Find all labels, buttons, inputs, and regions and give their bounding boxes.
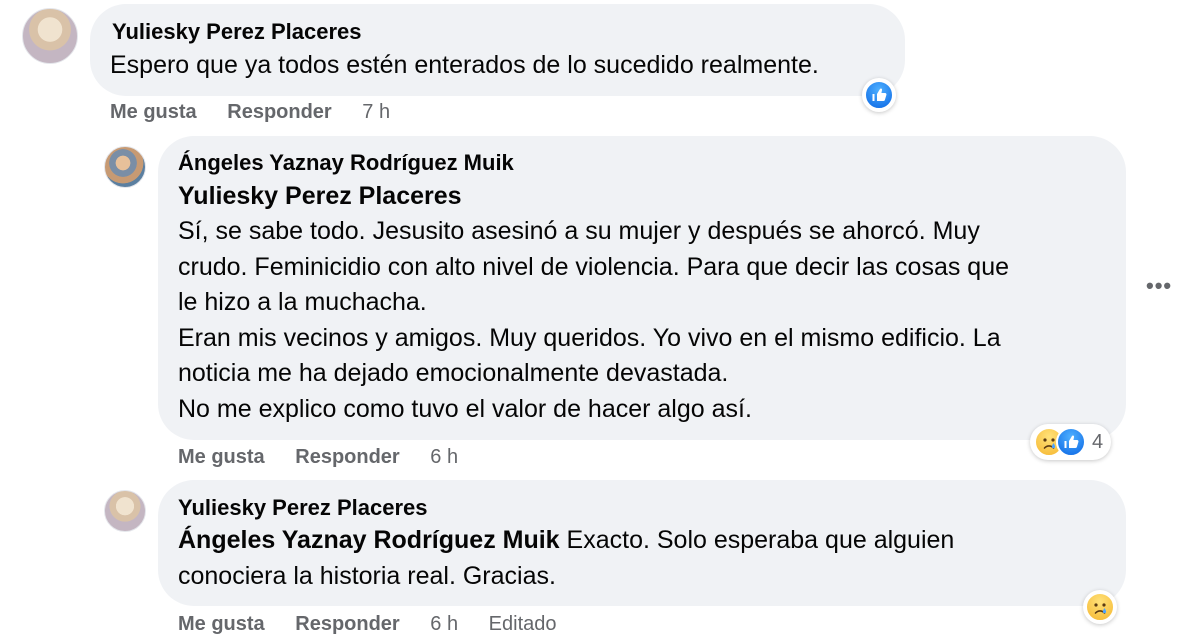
comment-line: Ángeles Yaznay Rodríguez Muik Exacto. So… (178, 523, 1108, 559)
comment-author[interactable]: Ángeles Yaznay Rodríguez Muik (178, 149, 514, 177)
like-button[interactable]: Me gusta (110, 100, 197, 124)
reply-button[interactable]: Responder (295, 445, 399, 469)
comment-text: Espero que ya todos estén enterados de l… (110, 51, 819, 79)
comment-text: Ángeles Yaznay Rodríguez Muik Exacto. So… (178, 523, 1108, 594)
edited-label[interactable]: Editado (489, 612, 557, 636)
timestamp[interactable]: 6 h (430, 445, 458, 469)
sad-reaction-icon (1085, 592, 1115, 622)
comment-text: Sí, se sabe todo. Jesusito asesinó a su … (178, 214, 1108, 427)
comment-line: conociera la historia real. Gracias. (178, 561, 556, 590)
timestamp[interactable]: 7 h (362, 100, 390, 124)
reply-button[interactable]: Responder (295, 612, 399, 636)
comment-author[interactable]: Yuliesky Perez Placeres (112, 18, 362, 46)
comment-actions: Me gusta Responder 6 h Editado (178, 612, 557, 636)
more-options-icon[interactable]: ••• (1146, 273, 1172, 299)
like-reaction-icon (1056, 427, 1086, 457)
comment-line: Sí, se sabe todo. Jesusito asesinó a su … (178, 217, 980, 245)
comment-line: le hizo a la muchacha. (178, 288, 427, 316)
avatar[interactable] (22, 8, 78, 64)
avatar[interactable] (104, 490, 146, 532)
like-button[interactable]: Me gusta (178, 445, 265, 469)
reaction-summary[interactable] (862, 78, 896, 112)
reaction-summary[interactable] (1083, 590, 1117, 624)
comment-author[interactable]: Yuliesky Perez Placeres (178, 494, 428, 522)
reaction-summary[interactable]: 4 (1030, 424, 1112, 460)
timestamp[interactable]: 6 h (430, 612, 458, 636)
comment-line: No me explico como tuvo el valor de hace… (178, 394, 752, 423)
reply-button[interactable]: Responder (227, 100, 331, 124)
like-button[interactable]: Me gusta (178, 612, 265, 636)
avatar[interactable] (104, 146, 146, 188)
comment-line: Eran mis vecinos y amigos. Muy queridos.… (178, 323, 1001, 352)
comment-line: crudo. Feminicidio con alto nivel de vio… (178, 252, 1010, 281)
comment-actions: Me gusta Responder 6 h (178, 445, 458, 469)
like-reaction-icon (864, 80, 894, 110)
mention-tag[interactable]: Yuliesky Perez Placeres (178, 179, 462, 215)
comment-line: noticia me ha dejado emocionalmente deva… (178, 359, 729, 387)
reaction-count: 4 (1092, 430, 1104, 453)
comment-line-text: Exacto. Solo esperaba que alguien (559, 526, 955, 554)
comment-actions: Me gusta Responder 7 h (110, 100, 390, 124)
mention-tag[interactable]: Ángeles Yaznay Rodríguez Muik (178, 526, 560, 554)
